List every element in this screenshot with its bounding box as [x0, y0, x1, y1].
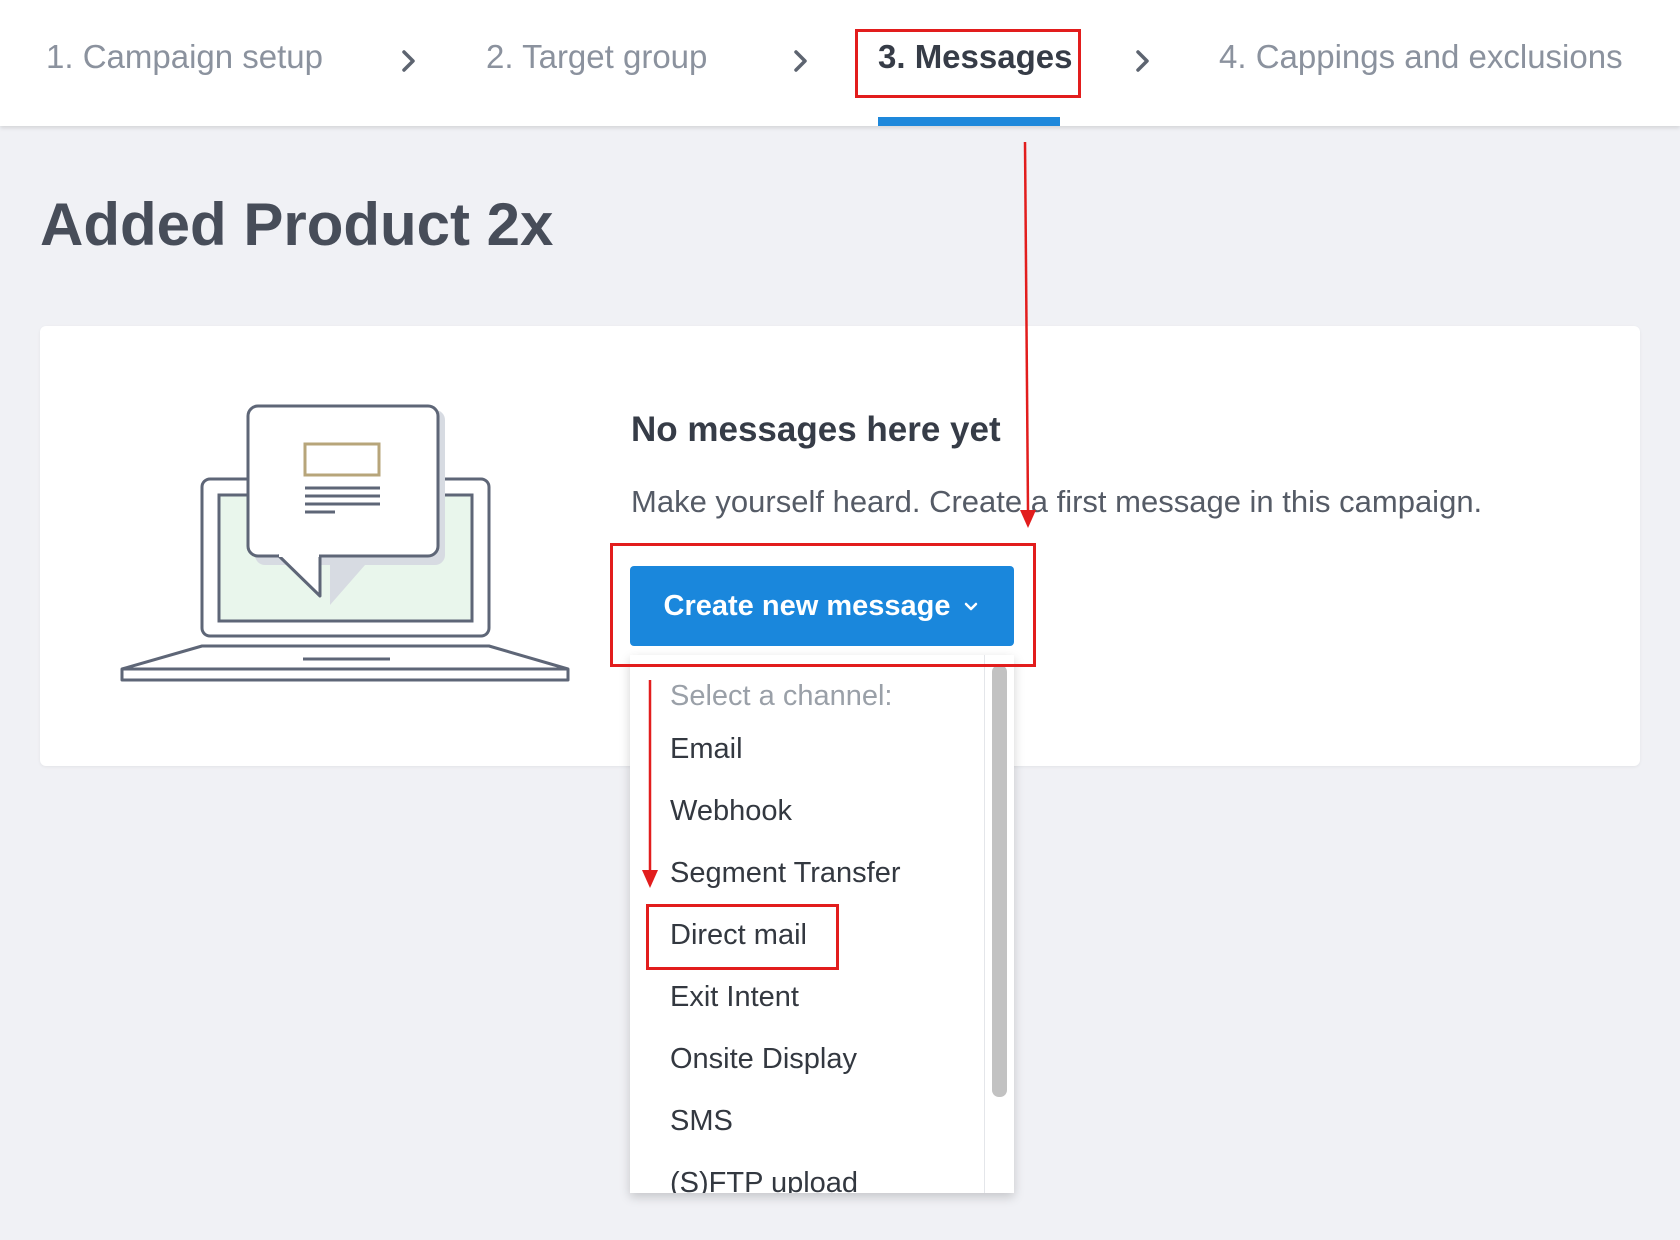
channel-option-webhook[interactable]: Webhook [670, 795, 792, 828]
step-target-group[interactable]: 2. Target group [486, 38, 707, 76]
chevron-right-icon [396, 48, 422, 74]
create-new-message-button[interactable]: Create new message [630, 566, 1014, 646]
channel-option-exit-intent[interactable]: Exit Intent [670, 981, 799, 1014]
chevron-right-icon [788, 48, 814, 74]
dropdown-scrollbar-thumb[interactable] [992, 665, 1007, 1097]
chevron-down-icon [965, 602, 978, 611]
empty-state-description: Make yourself heard. Create a first mess… [631, 484, 1483, 519]
empty-state-title: No messages here yet [631, 410, 1001, 449]
channel-option-sms[interactable]: SMS [670, 1105, 733, 1138]
channel-menu-header: Select a channel: [670, 680, 893, 712]
laptop-message-illustration [120, 400, 570, 690]
page-title: Added Product 2x [40, 191, 554, 258]
create-new-message-label: Create new message [663, 589, 951, 622]
channel-option-direct-mail[interactable]: Direct mail [670, 919, 807, 952]
channel-dropdown-menu: Select a channel: Email Webhook Segment … [630, 655, 1014, 1193]
channel-option-onsite-display[interactable]: Onsite Display [670, 1043, 857, 1076]
step-messages[interactable]: 3. Messages [878, 38, 1072, 76]
channel-option-email[interactable]: Email [670, 733, 743, 766]
active-step-indicator [878, 117, 1060, 126]
chevron-right-icon [1130, 48, 1156, 74]
wizard-stepper: 1. Campaign setup 2. Target group 3. Mes… [0, 0, 1680, 126]
channel-option-segment-transfer[interactable]: Segment Transfer [670, 857, 901, 890]
channel-option-sftp-upload[interactable]: (S)FTP upload [670, 1167, 858, 1193]
step-cappings-and-exclusions[interactable]: 4. Cappings and exclusions [1219, 38, 1623, 76]
step-campaign-setup[interactable]: 1. Campaign setup [46, 38, 323, 76]
